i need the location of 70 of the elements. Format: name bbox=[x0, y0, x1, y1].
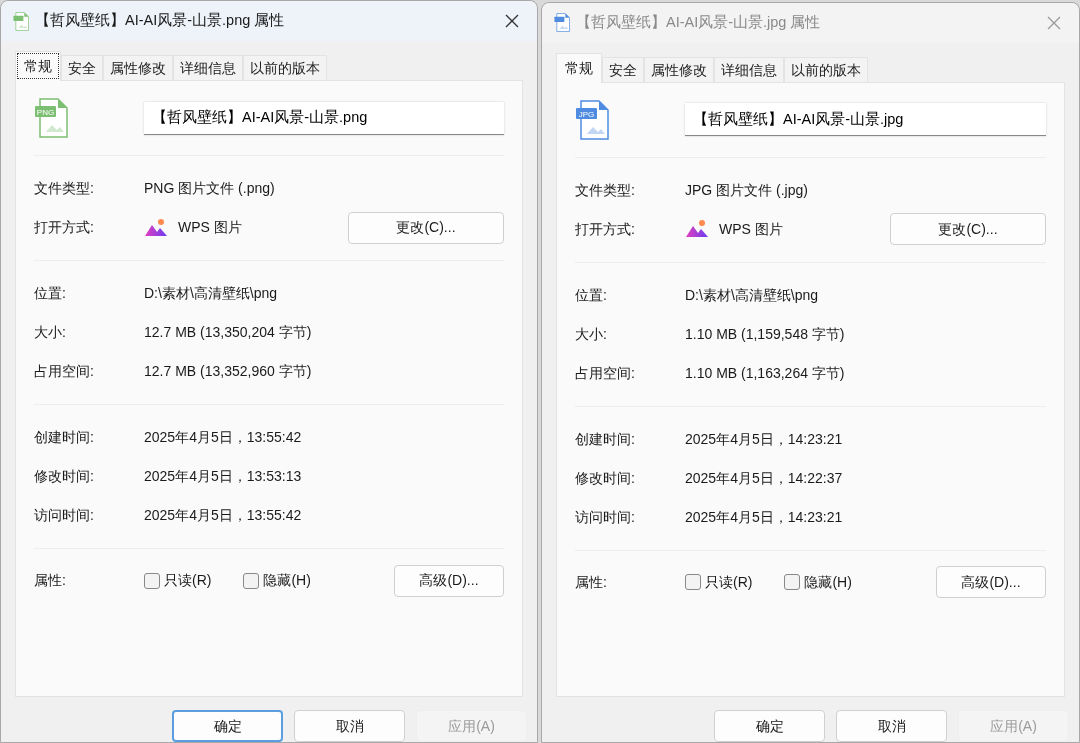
field-label: 修改时间: bbox=[575, 468, 636, 488]
field-value: WPS 图片 bbox=[178, 218, 242, 237]
field-value: 12.7 MB (13,350,204 字节) bbox=[144, 323, 312, 342]
field-value: WPS 图片 bbox=[719, 219, 783, 239]
advanced-button[interactable]: 高级(D)... bbox=[936, 566, 1046, 599]
field-value: 2025年4月5日，14:23:21 bbox=[685, 507, 843, 527]
field-label: 访问时间: bbox=[575, 507, 636, 527]
change-button[interactable]: 更改(C)... bbox=[348, 211, 504, 244]
file-name-field[interactable]: 【哲风壁纸】AI-AI风景-山景.jpg bbox=[685, 103, 1046, 137]
field-label: 创建时间: bbox=[575, 429, 636, 449]
field-label: 占用空间: bbox=[575, 363, 636, 383]
tab[interactable]: 详细信息 bbox=[714, 56, 784, 82]
field-label: 占用空间: bbox=[34, 362, 95, 381]
tab[interactable]: 常规 bbox=[15, 51, 61, 81]
tab[interactable]: 以前的版本 bbox=[784, 56, 868, 82]
tab[interactable]: 详细信息 bbox=[173, 55, 243, 80]
checkbox-label: 隐藏(H) bbox=[804, 572, 852, 592]
file-name-field[interactable]: 【哲风壁纸】AI-AI风景-山景.png bbox=[144, 101, 504, 135]
field-label: 属性: bbox=[34, 571, 67, 590]
checkbox[interactable] bbox=[685, 574, 701, 591]
mountain-logo-icon bbox=[685, 219, 709, 240]
tab[interactable]: 安全 bbox=[602, 56, 644, 82]
field-value: JPG 图片文件 (.jpg) bbox=[685, 180, 808, 200]
field-label: 访问时间: bbox=[34, 506, 95, 525]
checkbox-label: 只读(R) bbox=[164, 571, 212, 590]
image-file-icon bbox=[554, 13, 570, 33]
dialog-button[interactable]: 确定 bbox=[714, 710, 825, 742]
field-label: 大小: bbox=[575, 324, 608, 344]
field-value: 1.10 MB (1,159,548 字节) bbox=[685, 324, 845, 344]
close-icon bbox=[505, 14, 519, 28]
field-label: 属性: bbox=[575, 572, 608, 592]
field-label: 位置: bbox=[575, 285, 608, 305]
field-label: 文件类型: bbox=[575, 180, 636, 200]
field-label: 打开方式: bbox=[34, 218, 95, 237]
field-label: 打开方式: bbox=[575, 219, 636, 239]
field-value: 2025年4月5日，13:55:42 bbox=[144, 506, 302, 525]
field-label: 大小: bbox=[34, 323, 67, 342]
field-value: D:\素材\高清壁纸\png bbox=[685, 285, 819, 305]
field-label: 文件类型: bbox=[34, 179, 95, 198]
dialog-button[interactable]: 确定 bbox=[172, 710, 283, 742]
field-value: 2025年4月5日，14:23:21 bbox=[685, 429, 843, 449]
checkbox-label: 隐藏(H) bbox=[263, 571, 311, 590]
tab[interactable]: 常规 bbox=[556, 52, 602, 83]
window-title: 【哲风壁纸】AI-AI风景-山景.jpg 属性 bbox=[576, 13, 822, 33]
tab[interactable]: 以前的版本 bbox=[243, 55, 327, 80]
checkbox[interactable] bbox=[784, 574, 801, 591]
field-label: 创建时间: bbox=[34, 428, 95, 447]
field-label: 修改时间: bbox=[34, 467, 95, 486]
checkbox[interactable] bbox=[144, 572, 160, 589]
field-value: D:\素材\高清壁纸\png bbox=[144, 284, 278, 303]
field-value: 1.10 MB (1,163,264 字节) bbox=[685, 363, 845, 383]
field-value: 2025年4月5日，14:22:37 bbox=[685, 468, 843, 488]
tab[interactable]: 安全 bbox=[61, 55, 103, 80]
change-button[interactable]: 更改(C)... bbox=[890, 213, 1046, 246]
mountain-logo-icon bbox=[144, 217, 168, 238]
checkbox[interactable] bbox=[243, 572, 260, 589]
field-value: 2025年4月5日，13:55:42 bbox=[144, 428, 302, 447]
close-icon bbox=[1047, 15, 1061, 30]
image-file-icon bbox=[13, 11, 29, 31]
tab[interactable]: 属性修改 bbox=[103, 55, 173, 80]
window-title: 【哲风壁纸】AI-AI风景-山景.png 属性 bbox=[35, 11, 286, 31]
field-value: 12.7 MB (13,352,960 字节) bbox=[144, 362, 312, 381]
advanced-button[interactable]: 高级(D)... bbox=[394, 564, 504, 597]
dialog-button[interactable]: 取消 bbox=[836, 710, 947, 742]
dialog-button[interactable]: 取消 bbox=[294, 710, 405, 742]
tab[interactable]: 属性修改 bbox=[644, 56, 714, 82]
field-value: PNG 图片文件 (.png) bbox=[144, 179, 275, 198]
checkbox-label: 只读(R) bbox=[705, 572, 753, 592]
field-label: 位置: bbox=[34, 284, 67, 303]
field-value: 2025年4月5日，13:53:13 bbox=[144, 467, 302, 486]
